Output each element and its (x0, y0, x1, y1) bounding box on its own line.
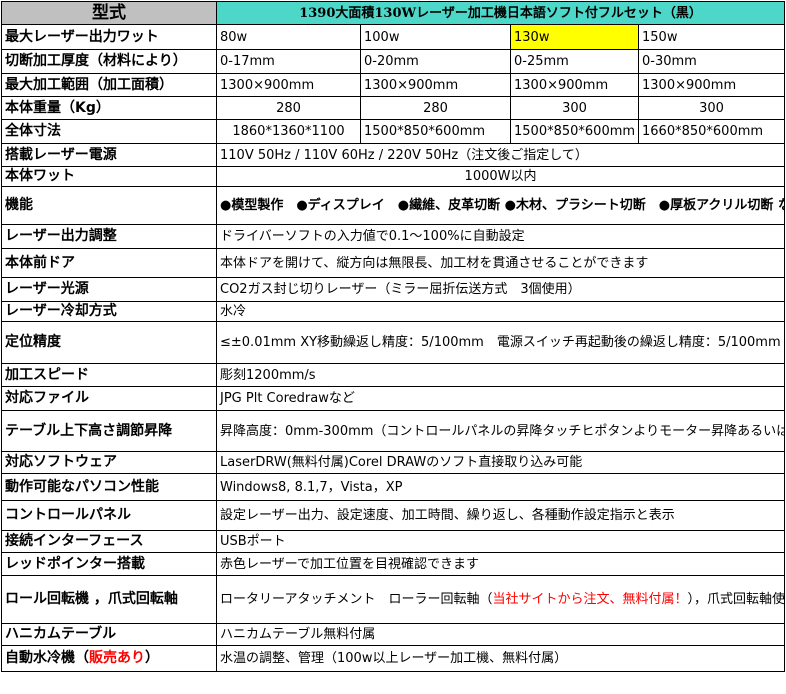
cell-value: 1500*850*600mm (510, 119, 639, 144)
table-row: 自動水冷機（販売あり） 水温の調整、管理（100w以上レーザー加工機、無料付属） (1, 645, 786, 672)
table-row: ハニカムテーブル ハニカムテーブル無料付属 (1, 623, 786, 646)
table-row: コントロールパネル 設定レーザー出力、設定速度、加工時間、繰り返し、各種動作設定… (1, 500, 786, 531)
cell-value: 本体ドアを開けて、縦方向は無限長、加工材を貫通させることができます (215, 248, 786, 278)
cell-value: 0-20mm (360, 49, 511, 74)
cell-value: 1300×900mm (216, 73, 361, 97)
table-row: 定位精度 ≤±0.01mm XY移動繰返し精度：5/100mm 電源スイッチ再起… (1, 321, 786, 364)
row-label-chiller: 自動水冷機（販売あり） (1, 645, 217, 672)
cell-value: 水温の調整、管理（100w以上レーザー加工機、無料付属） (215, 645, 786, 672)
table-row: ロール回転機 ，爪式回転軸 ロータリーアタッチメント ローラー回転軸（当社サイト… (1, 575, 786, 624)
cell-value: 1300×900mm (360, 73, 511, 97)
cell-value: 1000W以内 (215, 166, 786, 187)
cell-value: 300 (510, 96, 639, 120)
table-row: 動作可能なパソコン性能 Windows8, 8.1,7，Vista，XP (1, 473, 786, 501)
table-row: 本体前ドア 本体ドアを開けて、縦方向は無限長、加工材を貫通させることができます (1, 248, 786, 278)
table-row: 最大加工範囲（加工面積） 1300×900mm 1300×900mm 1300×… (1, 73, 786, 97)
cell-value: 1500*850*600mm (360, 119, 511, 144)
table-row: 本体ワット 1000W以内 (1, 166, 786, 187)
cell-value: 110V 50Hz / 110V 60Hz / 220V 50Hz（注文後ご指定… (215, 143, 786, 167)
rotary-text-tail: ），爪式回転軸使用OK。円筒物を回転させながら加工できます。 (687, 592, 785, 607)
table-row: 本体重量（Kg） 280 280 300 300 (1, 96, 786, 120)
cell-value: 1860*1360*1100 (216, 119, 361, 144)
row-label-area: 最大加工範囲（加工面積） (1, 73, 217, 97)
table-row: レーザー出力調整 ドライバーソフトの入力値で0.1～100%に自動設定 (1, 224, 786, 249)
table-row: レッドポインター搭載 赤色レーザーで加工位置を目視確認できます (1, 552, 786, 576)
header-label: 型式 (1, 1, 217, 25)
row-label-supply: 搭載レーザー電源 (1, 143, 217, 167)
cell-value: ≤±0.01mm XY移動繰返し精度：5/100mm 電源スイッチ再起動後の繰返… (215, 321, 786, 364)
table-row: レーザー冷却方式 水冷 (1, 301, 786, 322)
rotary-text: ロータリーアタッチメント ローラー回転軸（ (220, 592, 493, 607)
table-row: 対応ファイル JPG Plt Coredrawなど (1, 386, 786, 411)
table-row: 最大レーザー出力ワット 80w 100w 130w 150w (1, 24, 786, 50)
row-label-power: 最大レーザー出力ワット (1, 24, 217, 50)
cell-value: Windows8, 8.1,7，Vista，XP (215, 473, 786, 501)
table-row: レーザー光源 CO2ガス封じ切りレーザー（ミラー屈折伝送方式 3個使用） (1, 277, 786, 302)
cell-value: 0-30mm (637, 49, 786, 74)
row-label-watt: 本体ワット (1, 166, 217, 187)
table-row: 切断加工厚度（材料により） 0-17mm 0-20mm 0-25mm 0-30m… (1, 49, 786, 74)
row-label-os: 動作可能なパソコン性能 (1, 473, 217, 501)
cell-value-highlighted: 130w (510, 24, 639, 50)
row-label-cooling: レーザー冷却方式 (1, 301, 217, 322)
table-row: 加工スピード 彫刻1200mm/s (1, 363, 786, 387)
table-row: 搭載レーザー電源 110V 50Hz / 110V 60Hz / 220V 50… (1, 143, 786, 167)
row-label-function: 機能 (1, 186, 217, 225)
row-label-panel: コントロールパネル (1, 500, 217, 531)
cell-value: 280 (360, 96, 511, 120)
row-label-interface: 接続インターフェース (1, 530, 217, 553)
cell-value: JPG Plt Coredrawなど (215, 386, 786, 411)
cell-value: 0-25mm (510, 49, 639, 74)
row-label-source: レーザー光源 (1, 277, 217, 302)
row-label-door: 本体前ドア (1, 248, 217, 278)
page-title: 1390大面積130Wレーザー加工機日本語ソフト付フルセット（黒） (215, 1, 786, 25)
row-label-honeycomb: ハニカムテーブル (1, 623, 217, 646)
cell-value: ロータリーアタッチメント ローラー回転軸（当社サイトから注文、無料付属！），爪式… (215, 575, 786, 624)
cell-value: 100w (360, 24, 511, 50)
row-label-precision: 定位精度 (1, 321, 217, 364)
table-row: 対応ソフトウェア LaserDRW(無料付属)Corel DRAWのソフト直接取… (1, 451, 786, 474)
cell-value: 1660*850*600mm (637, 119, 786, 144)
cell-value: ドライバーソフトの入力値で0.1～100%に自動設定 (215, 224, 786, 249)
cell-value: 彫刻1200mm/s (215, 363, 786, 387)
cell-value: 1300×900mm (510, 73, 639, 97)
cell-value: ●模型製作 ●ディスプレイ ●繊維、皮革切断 ●木材、プラシート切断 ●厚板アク… (215, 186, 786, 225)
cell-value: 昇降高度：0mm-300mm（コントロールパネルの昇降タッチヒポタンよりモーター… (215, 410, 786, 452)
table-row: 接続インターフェース USBポート (1, 530, 786, 553)
table-row: テーブル上下高さ調節昇降 昇降高度：0mm-300mm（コントロールパネルの昇降… (1, 410, 786, 452)
row-label-size: 全体寸法 (1, 119, 217, 144)
cell-value: 80w (216, 24, 361, 50)
cell-value: 280 (216, 96, 361, 120)
spec-table: 型式 1390大面積130Wレーザー加工機日本語ソフト付フルセット（黒） 最大レ… (1, 1, 786, 672)
row-label-files: 対応ファイル (1, 386, 217, 411)
table-row: 型式 1390大面積130Wレーザー加工機日本語ソフト付フルセット（黒） (1, 1, 786, 25)
cell-value: LaserDRW(無料付属)Corel DRAWのソフト直接取り込み可能 (215, 451, 786, 474)
table-row: 機能 ●模型製作 ●ディスプレイ ●繊維、皮革切断 ●木材、プラシート切断 ●厚… (1, 186, 786, 225)
row-label-table-lift: テーブル上下高さ調節昇降 (1, 410, 217, 452)
row-label-cut-depth: 切断加工厚度（材料により） (1, 49, 217, 74)
cell-value: ハニカムテーブル無料付属 (215, 623, 786, 646)
cell-value: 水冷 (215, 301, 786, 322)
chiller-sale-note: 販売あり (89, 650, 145, 666)
cell-value: 1300×900mm (637, 73, 786, 97)
table-row: 全体寸法 1860*1360*1100 1500*850*600mm 1500*… (1, 119, 786, 144)
row-label-weight: 本体重量（Kg） (1, 96, 217, 120)
cell-value: 150w (637, 24, 786, 50)
row-label-adjust: レーザー出力調整 (1, 224, 217, 249)
cell-value: USBポート (215, 530, 786, 553)
row-label-rotary: ロール回転機 ，爪式回転軸 (1, 575, 217, 624)
cell-value: 0-17mm (216, 49, 361, 74)
row-label-software: 対応ソフトウェア (1, 451, 217, 474)
row-label-pointer: レッドポインター搭載 (1, 552, 217, 576)
cell-value: CO2ガス封じ切りレーザー（ミラー屈折伝送方式 3個使用） (215, 277, 786, 302)
cell-value: 設定レーザー出力、設定速度、加工時間、繰り返し、各種動作設定指示と表示 (215, 500, 786, 531)
cell-value: 赤色レーザーで加工位置を目視確認できます (215, 552, 786, 576)
rotary-red-note: 当社サイトから注文、無料付属！ (492, 592, 688, 607)
cell-value: 300 (637, 96, 786, 120)
row-label-speed: 加工スピード (1, 363, 217, 387)
